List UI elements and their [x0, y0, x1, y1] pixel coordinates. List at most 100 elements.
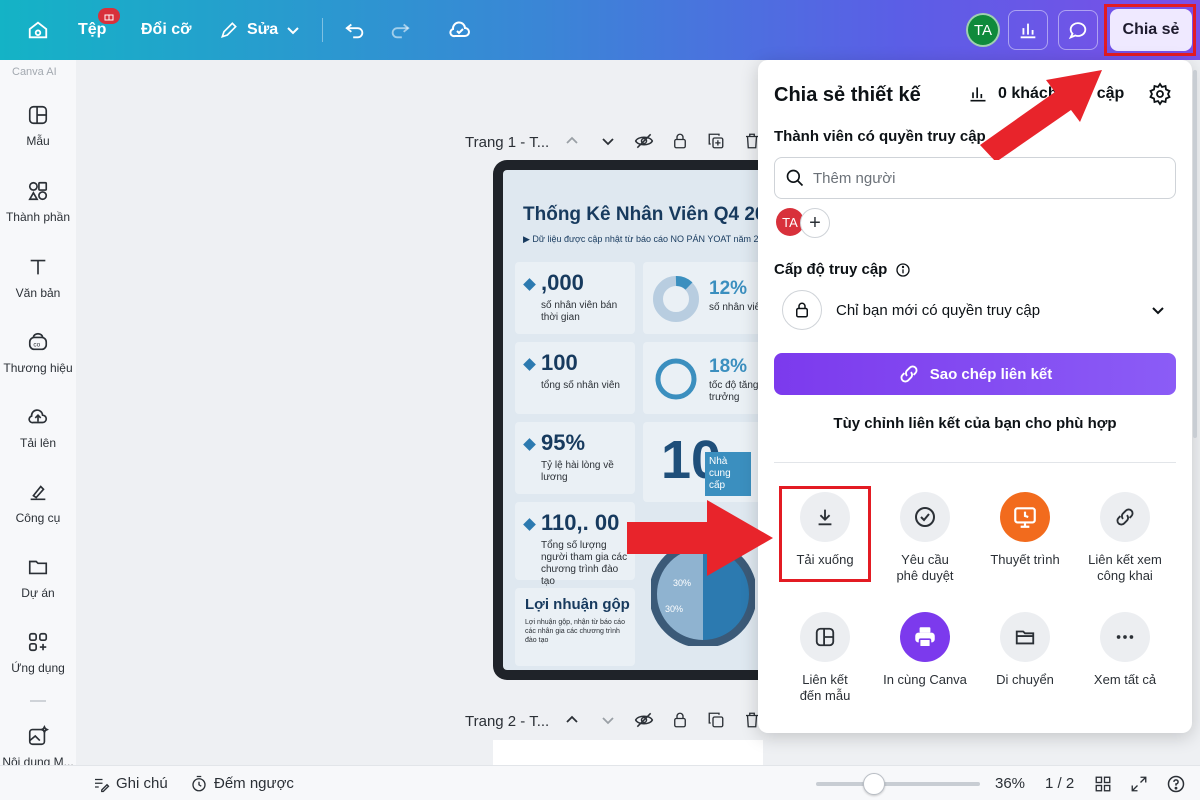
more-icon: [1116, 635, 1134, 639]
lock-icon: [796, 302, 808, 318]
option-move[interactable]: Di chuyển: [975, 612, 1075, 688]
page-2-toolbar: [562, 710, 762, 730]
access-level-select[interactable]: Chỉ bạn mới có quyền truy cập: [774, 286, 1176, 334]
sidebar-item-projects[interactable]: Dự án: [0, 556, 76, 600]
option-label: Liên kết xem công khai: [1088, 552, 1162, 583]
stat-card: ,000 số nhân viên bán thời gian: [515, 262, 635, 334]
option-template-link[interactable]: Liên kết đến mẫu: [775, 612, 875, 704]
duplicate-icon: [708, 133, 724, 149]
option-see-all[interactable]: Xem tất cả: [1075, 612, 1175, 688]
duplicate-page-button[interactable]: [706, 710, 726, 730]
text-icon: [30, 259, 46, 275]
page-2-header[interactable]: Trang 2 - T...: [465, 709, 549, 733]
design-subtitle: ▶ Dữ liệu được cập nhật từ báo cáo NO PÁ…: [523, 234, 774, 244]
help-icon: [1167, 775, 1185, 792]
chevron-up-icon: [566, 715, 578, 723]
search-icon: [786, 169, 804, 187]
option-print-with-canva[interactable]: In cùng Canva: [875, 612, 975, 688]
gear-icon: [1149, 82, 1171, 106]
cloud-check-icon: [449, 21, 470, 38]
zoom-value[interactable]: 36%: [995, 766, 1025, 800]
fullscreen-button[interactable]: [1130, 766, 1148, 800]
sidebar-item-text[interactable]: Văn bản: [0, 256, 76, 300]
apps-icon: [28, 632, 48, 652]
notes-button[interactable]: Ghi chú: [92, 766, 168, 800]
lock-page-button[interactable]: [670, 131, 690, 151]
sidebar-separator: [30, 700, 46, 702]
sidebar-item-apps[interactable]: Ứng dụng: [0, 631, 76, 675]
add-member-button[interactable]: +: [800, 208, 830, 238]
copy-link-label: Sao chép liên kết: [929, 365, 1053, 383]
ring-chart: [655, 358, 697, 400]
hide-page-button[interactable]: [634, 131, 654, 151]
sidebar-item-elements[interactable]: Thành phần: [0, 180, 76, 224]
magic-media-icon: [28, 725, 49, 746]
sidebar-item-templates[interactable]: Mẫu: [0, 104, 76, 148]
arrow-to-download-icon: [627, 500, 773, 576]
copy-link-button[interactable]: Sao chép liên kết: [774, 353, 1176, 395]
sidebar-item-brand[interactable]: co Thương hiệu: [0, 331, 76, 375]
move-folder-icon: [1015, 630, 1035, 645]
design-page-2[interactable]: [493, 740, 763, 765]
stat-desc: Tỷ lệ hài lòng về lương: [541, 460, 614, 483]
help-button[interactable]: [1166, 766, 1186, 800]
stat-card: 100 tổng số nhân viên: [515, 342, 635, 414]
profit-card: Lợi nhuận gộp Lợi nhuận gộp, nhận từ báo…: [515, 588, 635, 666]
add-people-input[interactable]: Thêm người: [774, 157, 1176, 199]
tools-icon: [30, 485, 46, 501]
timer-button[interactable]: Đếm ngược: [190, 766, 294, 800]
sidebar-item-magic-media[interactable]: Nội dung M...: [0, 725, 76, 769]
page-1-header[interactable]: Trang 1 - T...: [465, 130, 549, 154]
canva-ai-label[interactable]: Canva AI: [12, 66, 57, 78]
hide-page-button[interactable]: [634, 710, 654, 730]
option-label: In cùng Canva: [883, 672, 967, 687]
grid-icon: [1095, 776, 1111, 791]
duplicate-icon: [708, 712, 724, 728]
option-label: Di chuyển: [996, 672, 1054, 687]
cloud-save-button[interactable]: [440, 10, 480, 50]
grid-view-button[interactable]: [1094, 766, 1112, 800]
option-present[interactable]: Thuyết trình: [975, 492, 1075, 568]
chevron-down-icon: [287, 27, 299, 35]
comment-icon: [1068, 22, 1087, 40]
stat-pct: 18%: [709, 356, 748, 377]
resize-menu[interactable]: Đổi cỡ: [141, 0, 192, 60]
stat-desc: tổng số nhân viên: [541, 380, 620, 391]
home-button[interactable]: [18, 10, 58, 50]
redo-icon: [391, 23, 410, 39]
option-public-view-link[interactable]: Liên kết xem công khai: [1075, 492, 1175, 584]
chevron-down-button[interactable]: [598, 710, 618, 730]
sidebar-item-uploads[interactable]: Tải lên: [0, 406, 76, 450]
duplicate-page-button[interactable]: [706, 131, 726, 151]
brand-icon: co: [28, 332, 48, 351]
svg-text:co: co: [33, 342, 40, 349]
profit-title: Lợi nhuận gộp: [525, 596, 630, 613]
edit-menu[interactable]: Sửa: [219, 0, 300, 60]
bottom-bar: Ghi chú Đếm ngược 36% 1 / 2: [0, 765, 1200, 800]
chevron-up-button[interactable]: [562, 131, 582, 151]
undo-button[interactable]: [335, 10, 375, 50]
template-link-icon: [815, 627, 835, 647]
design-page-1[interactable]: Thống Kê Nhân Viên Q4 2025 ▶ Dữ liệu đượ…: [493, 160, 793, 680]
info-icon[interactable]: [895, 262, 911, 278]
customize-link[interactable]: Tùy chỉnh liên kết của bạn cho phù hợp: [774, 415, 1176, 432]
settings-button[interactable]: [1148, 82, 1172, 106]
notification-badge: [98, 8, 120, 24]
sidebar-item-label: Thành phần: [5, 210, 71, 224]
page-indicator[interactable]: 1 / 2: [1045, 766, 1074, 800]
redo-button[interactable]: [380, 10, 420, 50]
chevron-up-button[interactable]: [562, 710, 582, 730]
chevron-down-icon: [602, 138, 614, 146]
sidebar-item-label: Thương hiệu: [3, 361, 73, 375]
divider: [322, 18, 323, 42]
option-request-approval[interactable]: Yêu cầu phê duyệt: [875, 492, 975, 584]
stat-value: 100: [541, 350, 578, 375]
panel-scrollbar[interactable]: [1193, 70, 1197, 438]
chevron-down-button[interactable]: [598, 131, 618, 151]
zoom-slider-track[interactable]: [816, 782, 980, 786]
eye-off-icon: [634, 712, 654, 728]
svg-text:30%: 30%: [665, 604, 683, 614]
zoom-slider-handle[interactable]: [863, 773, 885, 795]
lock-page-button[interactable]: [670, 710, 690, 730]
sidebar-item-tools[interactable]: Công cụ: [0, 481, 76, 525]
